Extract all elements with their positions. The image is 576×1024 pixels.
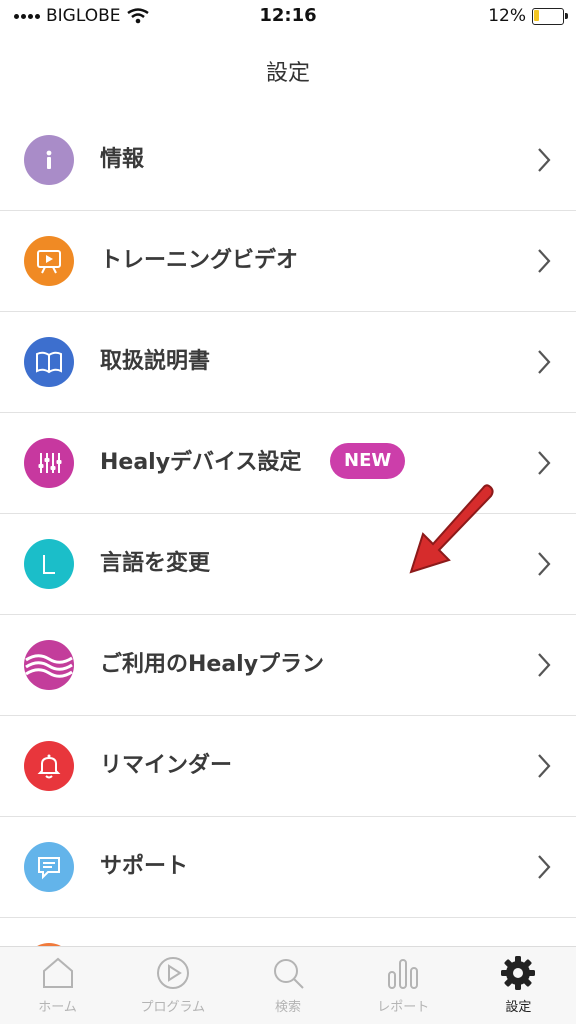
menu-item-partial[interactable] xyxy=(0,918,576,947)
video-presentation-icon xyxy=(24,236,74,286)
menu-item-training-video[interactable]: トレーニングビデオ xyxy=(0,211,576,312)
menu-item-support[interactable]: サポート xyxy=(0,817,576,918)
tab-search[interactable]: 検索 xyxy=(230,947,345,1024)
tab-program[interactable]: プログラム xyxy=(115,947,230,1024)
tab-label: 設定 xyxy=(505,1000,532,1015)
menu-item-info[interactable]: 情報 xyxy=(0,110,576,211)
chevron-right-icon xyxy=(538,653,551,677)
waves-icon xyxy=(24,640,74,690)
search-icon xyxy=(274,959,304,989)
book-icon xyxy=(24,337,74,387)
sliders-icon xyxy=(24,438,74,488)
tab-home[interactable]: ホーム xyxy=(0,947,115,1024)
menu-item-label: 取扱説明書 xyxy=(100,349,211,374)
tab-label: レポート xyxy=(377,1000,430,1015)
menu-item-label: サポート xyxy=(100,854,189,879)
settings-list: 情報 トレーニングビデオ 取扱説明書 Healyデバイス設定 NEW 言語を変更… xyxy=(0,110,576,947)
battery-icon xyxy=(532,7,568,25)
tab-report[interactable]: レポート xyxy=(346,947,461,1024)
tab-bar: ホーム プログラム 検索 レポート 設定 xyxy=(0,946,576,1024)
menu-item-label: 情報 xyxy=(100,147,145,172)
chevron-right-icon xyxy=(538,552,551,576)
battery-percent: 12% xyxy=(488,6,526,26)
chat-icon xyxy=(24,842,74,892)
menu-item-label: 言語を変更 xyxy=(100,551,211,576)
menu-item-reminder[interactable]: リマインダー xyxy=(0,716,576,817)
home-icon xyxy=(42,957,73,988)
status-bar: BIGLOBE 12:16 12% xyxy=(0,0,576,34)
tab-label: 検索 xyxy=(275,1000,302,1015)
page-title: 設定 xyxy=(265,61,310,86)
play-icon xyxy=(156,957,189,989)
chevron-right-icon xyxy=(538,148,551,172)
menu-item-label: Healyデバイス設定 xyxy=(100,450,302,475)
chevron-right-icon xyxy=(538,249,551,273)
chart-icon xyxy=(388,959,419,989)
tab-settings[interactable]: 設定 xyxy=(461,947,576,1024)
red-arrow-annotation xyxy=(409,484,494,574)
info-icon xyxy=(24,135,74,185)
menu-item-label: ご利用のHealyプラン xyxy=(100,652,325,677)
menu-item-healy-plan[interactable]: ご利用のHealyプラン xyxy=(0,615,576,716)
bell-icon xyxy=(24,741,74,791)
menu-item-manual[interactable]: 取扱説明書 xyxy=(0,312,576,413)
tab-label: ホーム xyxy=(38,1000,77,1015)
language-icon xyxy=(24,539,74,589)
menu-item-label: リマインダー xyxy=(100,753,233,778)
menu-item-label: トレーニングビデオ xyxy=(100,248,299,273)
chevron-right-icon xyxy=(538,350,551,374)
tab-label: プログラム xyxy=(140,1000,206,1015)
new-badge: NEW xyxy=(330,443,406,479)
chevron-right-icon xyxy=(538,451,551,475)
gear-icon xyxy=(501,956,536,990)
status-right: 12% xyxy=(488,6,568,26)
chevron-right-icon xyxy=(538,754,551,778)
chevron-right-icon xyxy=(538,855,551,879)
